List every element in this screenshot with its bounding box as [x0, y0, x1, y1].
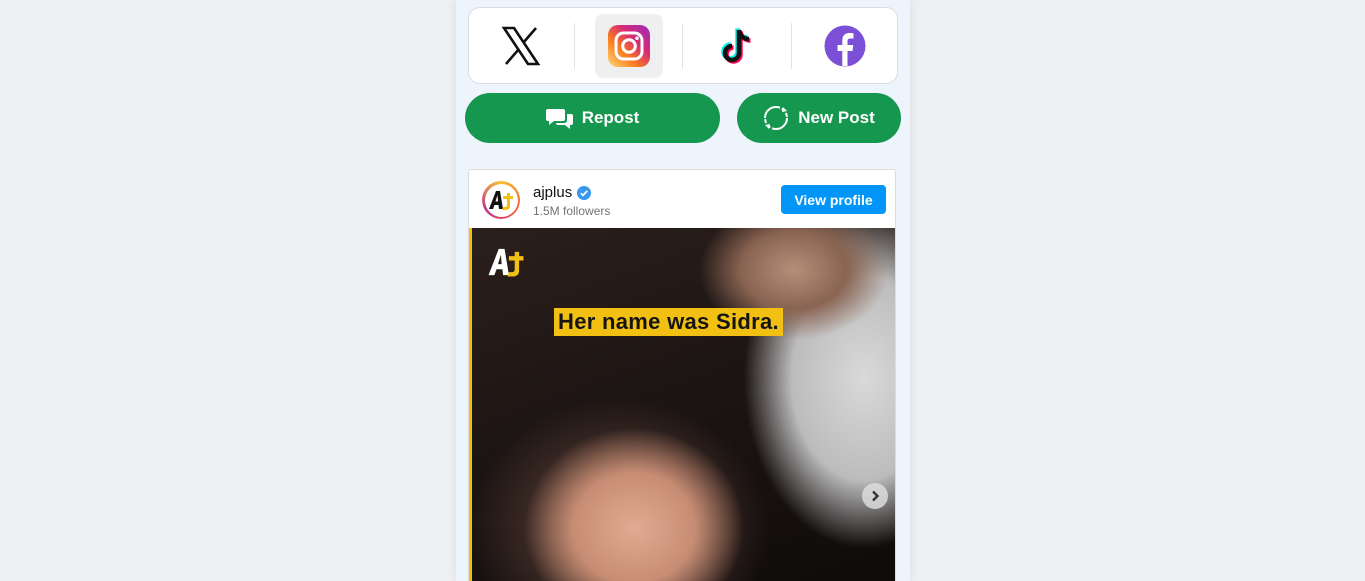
follower-count: 1.5M followers [533, 204, 611, 218]
platform-selector [468, 7, 898, 84]
divider [682, 22, 684, 69]
new-post-button[interactable]: New Post [737, 93, 901, 143]
ajplus-logo-icon [489, 191, 513, 210]
speech-bubbles-icon [545, 109, 573, 129]
username[interactable]: ajplus [533, 184, 572, 201]
platform-x[interactable] [487, 14, 555, 78]
ajplus-logo-icon [488, 248, 524, 277]
media-accent-stripe [469, 228, 472, 581]
instagram-logo-icon [607, 24, 650, 67]
share-panel: Repost New Post ajplus 1.5M followers Vi… [456, 0, 910, 581]
media-caption: Her name was Sidra. [554, 308, 783, 336]
post-media[interactable]: Her name was Sidra. [469, 228, 895, 581]
platform-facebook[interactable] [811, 14, 879, 78]
verified-badge-icon [577, 185, 592, 200]
platform-tiktok[interactable] [703, 14, 771, 78]
post-preview-card: ajplus 1.5M followers View profile Her n… [468, 169, 896, 581]
platform-instagram[interactable] [594, 13, 663, 78]
repost-button[interactable]: Repost [465, 93, 720, 143]
new-post-label: New Post [798, 108, 875, 127]
next-slide-button[interactable] [862, 483, 888, 509]
divider [574, 22, 576, 69]
avatar[interactable] [482, 181, 520, 219]
refresh-circle-icon [764, 106, 789, 130]
repost-label: Repost [581, 108, 640, 127]
chevron-right-icon [872, 490, 880, 502]
facebook-logo-icon [824, 25, 866, 66]
account-info: ajplus 1.5M followers [533, 184, 610, 218]
view-profile-button[interactable]: View profile [781, 185, 886, 214]
tiktok-logo-icon [721, 27, 751, 64]
divider [790, 22, 792, 69]
x-logo-icon [501, 26, 541, 65]
post-header: ajplus 1.5M followers View profile [469, 170, 895, 228]
